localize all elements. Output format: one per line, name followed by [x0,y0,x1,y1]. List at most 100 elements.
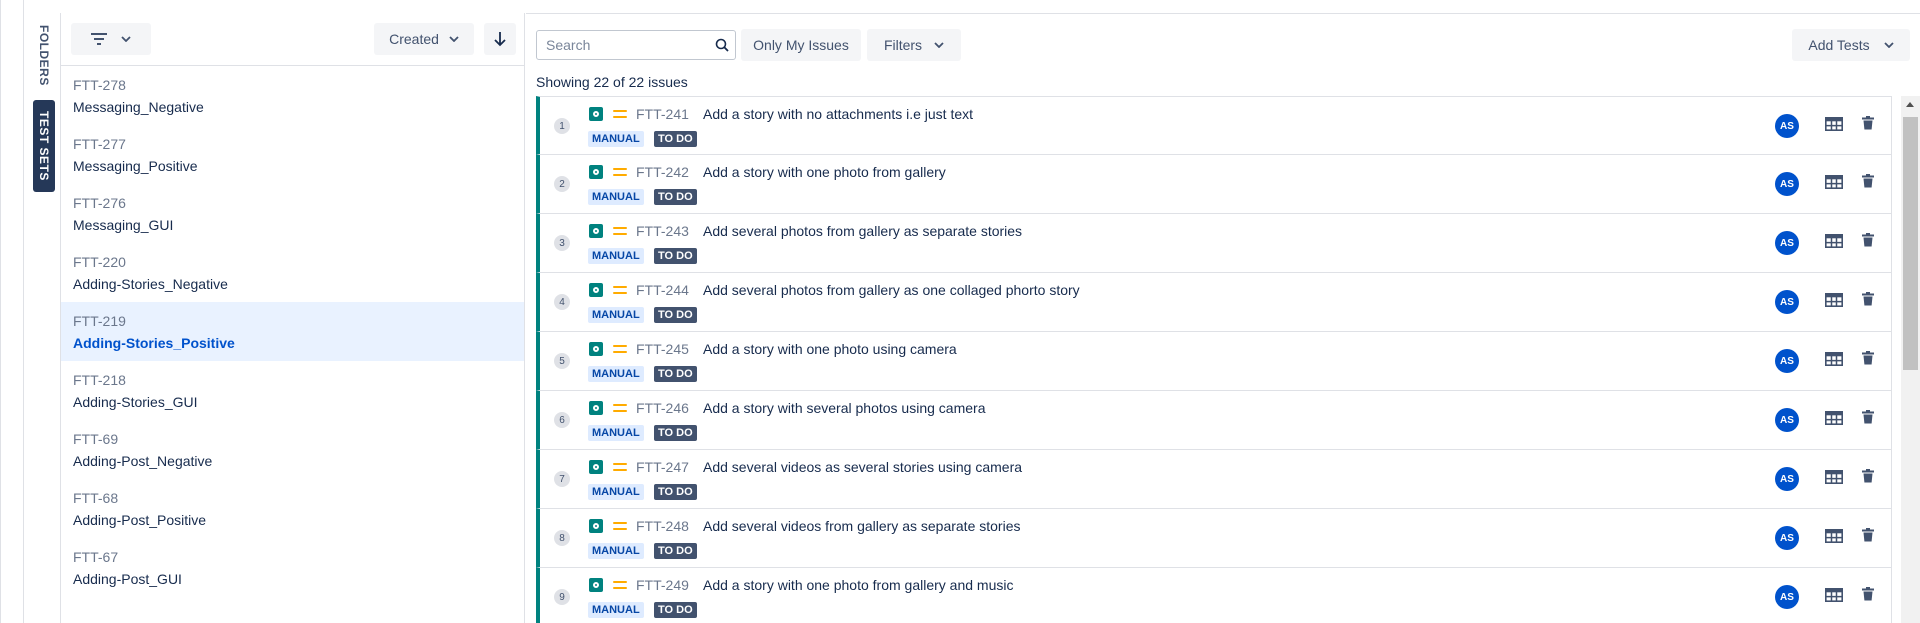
table-grid-icon[interactable] [1825,588,1843,607]
priority-medium-icon [613,343,627,355]
status-badge: TO DO [654,543,697,559]
issue-summary: Add several videos as several stories us… [703,459,1023,475]
test-set-item[interactable]: FTT-69 Adding-Post_Negative [61,420,524,479]
issue-key-link[interactable]: FTT-249 [636,577,689,593]
test-type-badge: MANUAL [588,484,644,500]
trash-icon[interactable] [1862,410,1874,429]
add-tests-label: Add Tests [1808,37,1870,53]
table-grid-icon[interactable] [1825,293,1843,312]
test-set-item[interactable]: FTT-278 Messaging_Negative [61,66,524,125]
scrollbar-thumb[interactable] [1903,117,1918,370]
filters-button[interactable]: Filters [867,29,961,61]
issue-key-link[interactable]: FTT-244 [636,282,689,298]
only-my-issues-button[interactable]: Only My Issues [741,29,861,61]
chevron-down-icon [449,36,459,42]
add-tests-button[interactable]: Add Tests [1792,29,1910,61]
trash-icon[interactable] [1862,528,1874,547]
tab-test-sets[interactable]: TEST SETS [33,100,55,192]
test-type-badge: MANUAL [588,602,644,618]
trash-icon[interactable] [1862,587,1874,606]
table-grid-icon[interactable] [1825,117,1843,136]
issue-row[interactable]: 7 FTT-247 Add several videos as several st… [536,450,1892,509]
issue-key-link[interactable]: FTT-248 [636,518,689,534]
test-sets-sidebar: Created FTT-278 Messaging_Negative FTT-277… [60,13,525,623]
table-grid-icon[interactable] [1825,529,1843,548]
assignee-avatar[interactable]: AS [1775,290,1799,314]
table-grid-icon[interactable] [1825,411,1843,430]
issue-row[interactable]: 3 FTT-243 Add several photos from gallery … [536,214,1892,273]
filter-menu-button[interactable] [71,23,151,55]
test-set-item[interactable]: FTT-218 Adding-Stories_GUI [61,361,524,420]
test-set-item[interactable]: FTT-220 Adding-Stories_Negative [61,243,524,302]
issue-row[interactable]: 4 FTT-244 Add several photos from gallery … [536,273,1892,332]
assignee-avatar[interactable]: AS [1775,467,1799,491]
issue-summary: Add a story with no attachments i.e just… [703,106,974,122]
test-set-name: Adding-Post_Positive [73,511,207,528]
test-set-key: FTT-67 [73,548,119,565]
status-badge: TO DO [654,425,697,441]
test-set-key: FTT-69 [73,430,119,447]
issue-key-link[interactable]: FTT-247 [636,459,689,475]
issue-key-link[interactable]: FTT-245 [636,341,689,357]
search-input[interactable] [544,36,713,54]
row-number: 4 [554,294,570,310]
test-set-item[interactable]: FTT-68 Adding-Post_Positive [61,479,524,538]
trash-icon[interactable] [1862,116,1874,135]
trash-icon[interactable] [1862,174,1874,193]
status-badge: TO DO [654,602,697,618]
test-set-name: Messaging_Positive [73,157,198,174]
issue-key-link[interactable]: FTT-242 [636,164,689,180]
sort-by-button[interactable]: Created [374,23,474,55]
test-set-key: FTT-277 [73,135,126,152]
chevron-down-icon [1883,42,1894,48]
test-set-item[interactable]: FTT-277 Messaging_Positive [61,125,524,184]
issue-key-link[interactable]: FTT-241 [636,106,689,122]
sort-direction-button[interactable] [484,23,516,55]
only-my-issues-label: Only My Issues [753,37,849,53]
sidebar-toolbar: Created [61,13,524,66]
table-grid-icon[interactable] [1825,352,1843,371]
assignee-avatar[interactable]: AS [1775,172,1799,196]
trash-icon[interactable] [1862,351,1874,370]
assignee-avatar[interactable]: AS [1775,408,1799,432]
priority-medium-icon [613,520,627,532]
test-set-item[interactable]: FTT-67 Adding-Post_GUI [61,538,524,597]
trash-icon[interactable] [1862,233,1874,252]
search-icon[interactable] [715,38,729,52]
priority-medium-icon [613,284,627,296]
assignee-avatar[interactable]: AS [1775,526,1799,550]
issue-row[interactable]: 2 FTT-242 Add a story with one photo from … [536,155,1892,214]
table-grid-icon[interactable] [1825,470,1843,489]
test-set-name: Messaging_Negative [73,98,204,115]
tab-folders[interactable]: FOLDERS [35,24,53,86]
trash-icon[interactable] [1862,469,1874,488]
search-field[interactable] [536,30,736,60]
issue-row[interactable]: 1 FTT-241 Add a story with no attachments … [536,96,1892,155]
issue-row[interactable]: 6 FTT-246 Add a story with several photos … [536,391,1892,450]
test-issue-type-icon [589,519,603,533]
row-number: 6 [554,412,570,428]
test-set-item[interactable]: FTT-219 Adding-Stories_Positive [61,302,524,361]
table-grid-icon[interactable] [1825,234,1843,253]
assignee-avatar[interactable]: AS [1775,349,1799,373]
table-grid-icon[interactable] [1825,175,1843,194]
test-set-name: Adding-Post_Negative [73,452,213,469]
status-badge: TO DO [654,248,697,264]
assignee-avatar[interactable]: AS [1775,585,1799,609]
issue-list-scrollbar[interactable] [1901,96,1920,623]
issue-key-link[interactable]: FTT-246 [636,400,689,416]
issue-row[interactable]: 8 FTT-248 Add several videos from gallery … [536,509,1892,568]
assignee-avatar[interactable]: AS [1775,114,1799,138]
row-number: 1 [554,118,570,134]
scroll-up-arrow-icon[interactable] [1906,102,1914,107]
issue-row[interactable]: 9 FTT-249 Add a story with one photo from … [536,568,1892,623]
priority-medium-icon [613,225,627,237]
test-set-item[interactable]: FTT-276 Messaging_GUI [61,184,524,243]
issue-key-link[interactable]: FTT-243 [636,223,689,239]
assignee-avatar[interactable]: AS [1775,231,1799,255]
issue-row[interactable]: 5 FTT-245 Add a story with one photo using… [536,332,1892,391]
trash-icon[interactable] [1862,292,1874,311]
filters-label: Filters [883,37,923,53]
test-type-badge: MANUAL [588,307,644,323]
test-type-badge: MANUAL [588,248,644,264]
